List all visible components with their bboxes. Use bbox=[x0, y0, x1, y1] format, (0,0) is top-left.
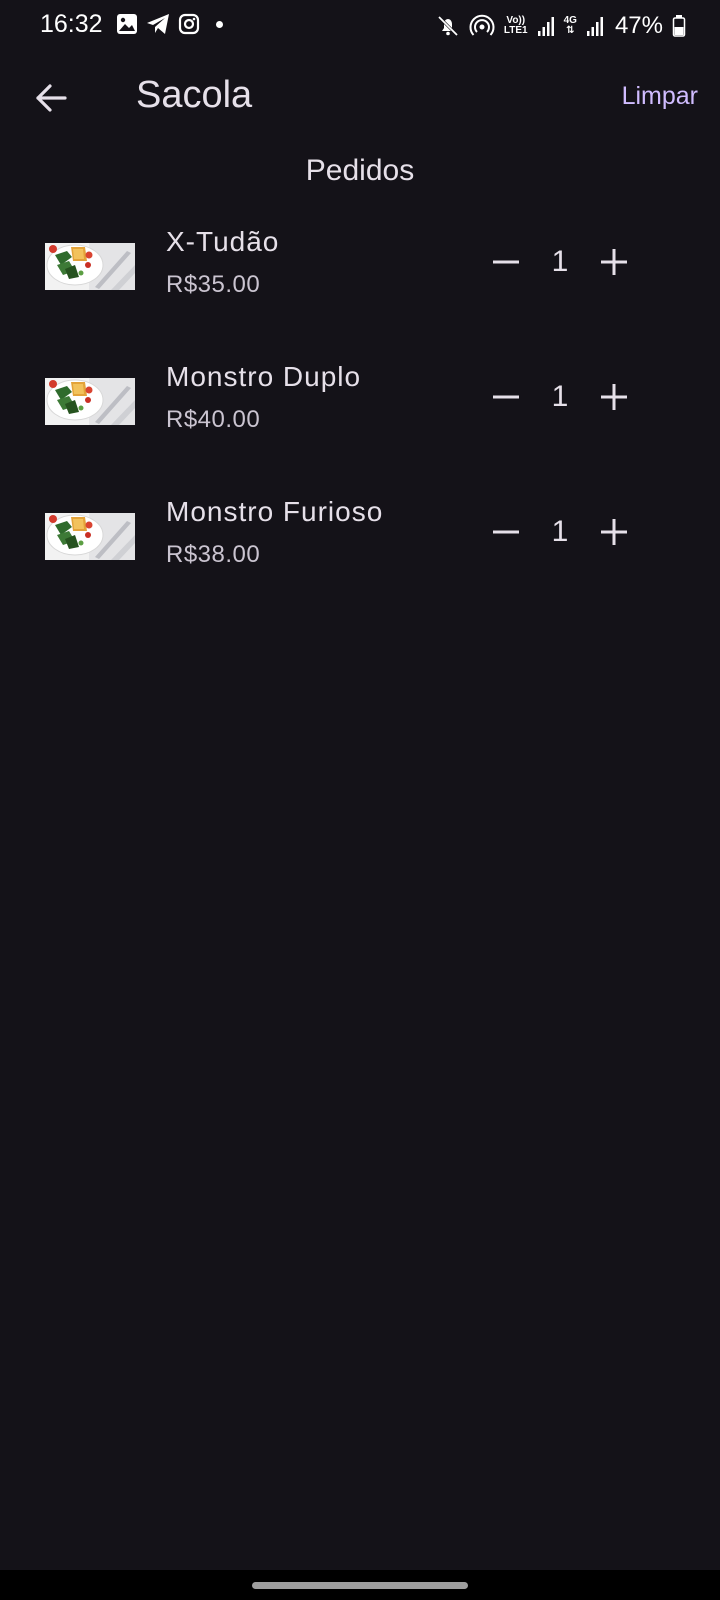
plus-icon bbox=[601, 249, 627, 275]
signal-icon bbox=[586, 15, 604, 37]
minus-icon bbox=[493, 395, 519, 399]
item-name: Monstro Furioso bbox=[166, 496, 384, 527]
food-image bbox=[45, 243, 135, 290]
decrease-quantity-button[interactable] bbox=[486, 512, 526, 552]
lte-label: LTE1 bbox=[503, 25, 528, 36]
home-indicator[interactable] bbox=[252, 1582, 468, 1589]
battery-icon bbox=[672, 14, 686, 38]
network-4g-icon: 4G ⇅ bbox=[563, 15, 577, 36]
decrease-quantity-button[interactable] bbox=[486, 377, 526, 417]
item-quantity: 1 bbox=[551, 515, 569, 548]
page-title: Sacola bbox=[136, 74, 253, 116]
item-quantity: 1 bbox=[551, 380, 569, 413]
battery-percent: 47% bbox=[614, 12, 663, 39]
image-icon bbox=[116, 13, 138, 35]
item-quantity: 1 bbox=[551, 245, 569, 278]
order-item: Monstro Duplo R$40.00 1 bbox=[0, 357, 720, 492]
decrease-quantity-button[interactable] bbox=[486, 242, 526, 282]
signal-icon bbox=[537, 15, 555, 37]
instagram-icon bbox=[178, 13, 200, 35]
order-item: Monstro Furioso R$38.00 1 bbox=[0, 492, 720, 627]
item-name: X-Tudão bbox=[166, 226, 280, 257]
status-time: 16:32 bbox=[40, 10, 103, 38]
increase-quantity-button[interactable] bbox=[594, 242, 634, 282]
minus-icon bbox=[493, 260, 519, 264]
clear-button[interactable]: Limpar bbox=[622, 82, 698, 111]
order-item: X-Tudão R$35.00 1 bbox=[0, 222, 720, 357]
increase-quantity-button[interactable] bbox=[594, 377, 634, 417]
arrow-back-icon bbox=[36, 84, 67, 112]
item-price: R$40.00 bbox=[166, 406, 261, 433]
food-image bbox=[45, 378, 135, 425]
app-bar: Sacola Limpar bbox=[0, 56, 720, 138]
status-bar: 16:32 Vo)) LTE1 4G ⇅ 47% bbox=[0, 0, 720, 56]
section-title: Pedidos bbox=[305, 154, 415, 187]
plus-icon bbox=[601, 519, 627, 545]
status-right-icons: Vo)) LTE1 4G ⇅ 47% bbox=[436, 12, 686, 40]
order-list: X-Tudão R$35.00 1 Monstro Duplo R$40.00 1 Mo… bbox=[0, 222, 720, 627]
item-name: Monstro Duplo bbox=[166, 361, 362, 392]
notification-dot-icon bbox=[216, 20, 223, 28]
hotspot-icon bbox=[469, 14, 495, 38]
item-price: R$35.00 bbox=[166, 271, 261, 298]
telegram-icon bbox=[146, 13, 170, 35]
increase-quantity-button[interactable] bbox=[594, 512, 634, 552]
food-image bbox=[45, 513, 135, 560]
plus-icon bbox=[601, 384, 627, 410]
back-button[interactable] bbox=[26, 73, 76, 123]
navigation-bar bbox=[0, 1570, 720, 1600]
item-price: R$38.00 bbox=[166, 541, 261, 568]
volte-icon: Vo)) LTE1 bbox=[504, 16, 528, 36]
mute-icon bbox=[436, 14, 460, 38]
status-left-icons bbox=[116, 13, 223, 35]
minus-icon bbox=[493, 530, 519, 534]
